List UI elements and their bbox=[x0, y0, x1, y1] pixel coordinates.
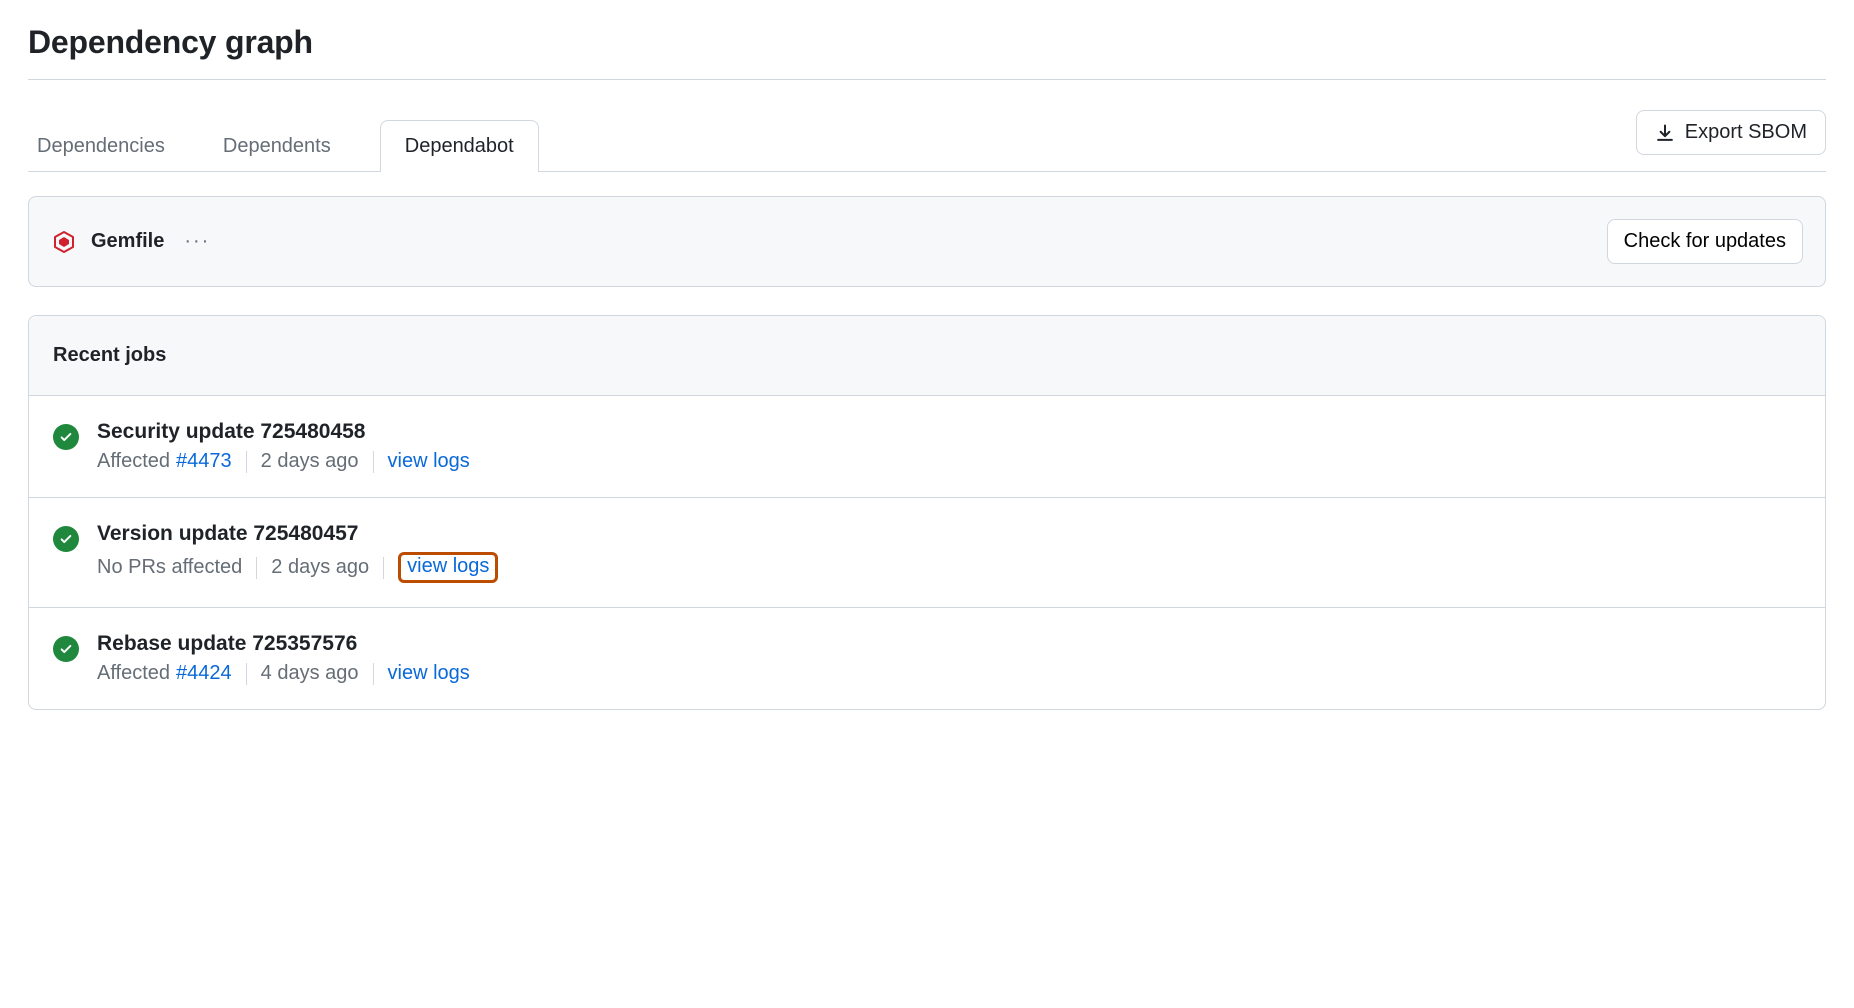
job-title: Rebase update 725357576 bbox=[97, 632, 470, 656]
pr-link[interactable]: #4473 bbox=[176, 450, 232, 473]
page-title: Dependency graph bbox=[28, 24, 1826, 61]
job-affected-label: Affected bbox=[97, 662, 170, 685]
ruby-icon bbox=[51, 229, 77, 255]
download-icon bbox=[1655, 123, 1675, 143]
job-body: Security update 725480458 Affected #4473… bbox=[97, 420, 470, 473]
divider bbox=[383, 557, 384, 579]
page: Dependency graph Dependencies Dependents… bbox=[0, 0, 1854, 710]
tab-dependabot[interactable]: Dependabot bbox=[380, 120, 539, 172]
tab-dependents[interactable]: Dependents bbox=[214, 120, 340, 172]
job-body: Version update 725480457 No PRs affected… bbox=[97, 522, 498, 583]
job-time: 2 days ago bbox=[261, 450, 359, 473]
gemfile-left: Gemfile ··· bbox=[51, 228, 216, 255]
divider bbox=[28, 79, 1826, 80]
job-title: Version update 725480457 bbox=[97, 522, 498, 546]
tabs: Dependencies Dependents Dependabot bbox=[28, 120, 539, 171]
job-affected-label: Affected bbox=[97, 450, 170, 473]
export-sbom-button[interactable]: Export SBOM bbox=[1636, 110, 1826, 155]
pr-link[interactable]: #4424 bbox=[176, 662, 232, 685]
gemfile-panel: Gemfile ··· Check for updates bbox=[28, 196, 1826, 287]
view-logs-link[interactable]: view logs bbox=[388, 450, 470, 473]
tabs-row: Dependencies Dependents Dependabot Expor… bbox=[28, 110, 1826, 172]
job-affected-label: No PRs affected bbox=[97, 556, 242, 579]
job-meta: Affected #4473 2 days ago view logs bbox=[97, 450, 470, 473]
job-time: 4 days ago bbox=[261, 662, 359, 685]
check-updates-button[interactable]: Check for updates bbox=[1607, 219, 1803, 264]
view-logs-link[interactable]: view logs bbox=[407, 555, 489, 578]
job-meta: Affected #4424 4 days ago view logs bbox=[97, 662, 470, 685]
divider bbox=[373, 451, 374, 473]
check-circle-icon bbox=[53, 526, 79, 552]
divider bbox=[373, 663, 374, 685]
divider bbox=[256, 557, 257, 579]
job-row: Rebase update 725357576 Affected #4424 4… bbox=[29, 608, 1825, 709]
job-row: Version update 725480457 No PRs affected… bbox=[29, 498, 1825, 608]
check-circle-icon bbox=[53, 424, 79, 450]
recent-jobs-panel: Recent jobs Security update 725480458 Af… bbox=[28, 315, 1826, 710]
divider bbox=[246, 451, 247, 473]
job-meta: No PRs affected 2 days ago view logs bbox=[97, 552, 498, 583]
export-sbom-label: Export SBOM bbox=[1685, 121, 1807, 144]
recent-jobs-heading: Recent jobs bbox=[29, 316, 1825, 396]
job-row: Security update 725480458 Affected #4473… bbox=[29, 396, 1825, 498]
kebab-icon[interactable]: ··· bbox=[178, 228, 216, 255]
job-time: 2 days ago bbox=[271, 556, 369, 579]
gemfile-name: Gemfile bbox=[91, 230, 164, 253]
check-circle-icon bbox=[53, 636, 79, 662]
job-body: Rebase update 725357576 Affected #4424 4… bbox=[97, 632, 470, 685]
divider bbox=[246, 663, 247, 685]
tab-dependencies[interactable]: Dependencies bbox=[28, 120, 174, 172]
view-logs-link[interactable]: view logs bbox=[388, 662, 470, 685]
job-title: Security update 725480458 bbox=[97, 420, 470, 444]
highlight-box: view logs bbox=[398, 552, 498, 583]
